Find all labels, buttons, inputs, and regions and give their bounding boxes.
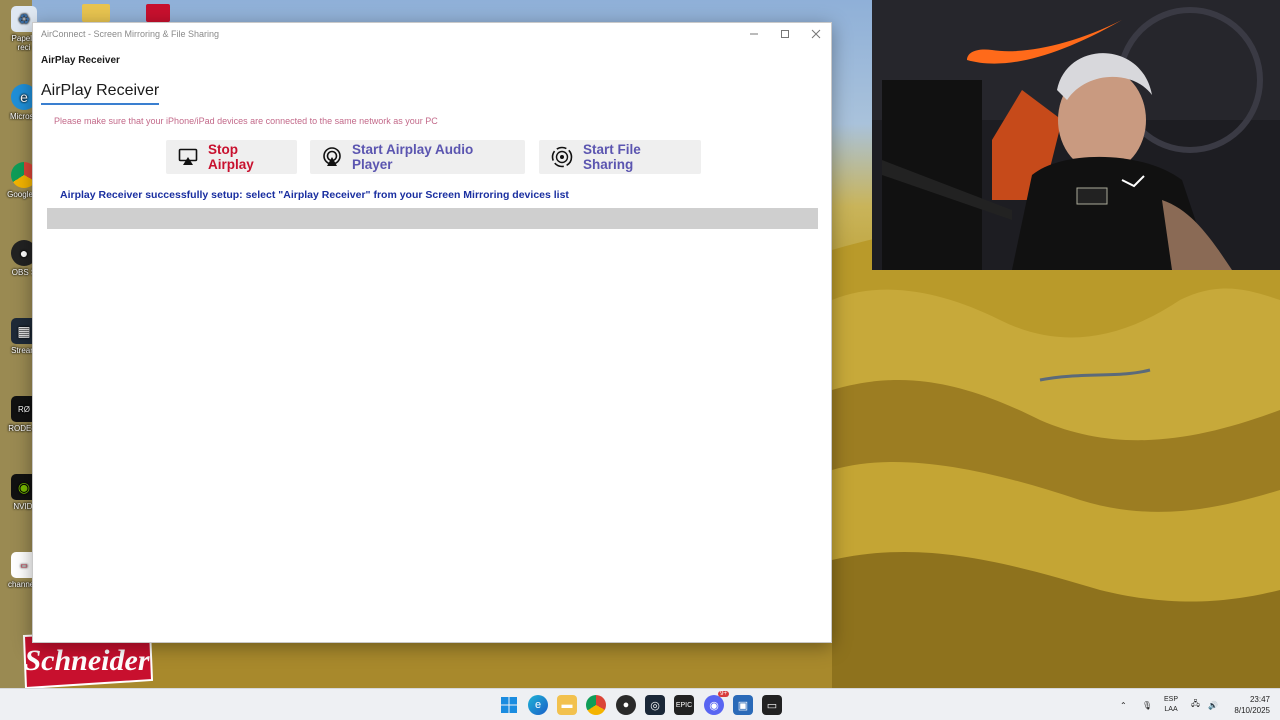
discord-icon[interactable]: 9+ ◉ [704,691,729,715]
file-explorer-icon[interactable]: ▬ [557,695,577,715]
system-clock[interactable]: 23:47 8/10/2025 [1228,694,1270,716]
edge-icon[interactable]: e [528,695,548,715]
clock-time: 23:47 [1249,695,1270,704]
start-button[interactable] [499,695,519,715]
progress-bar [47,208,818,229]
desktop-file-icon[interactable] [146,4,170,22]
language-layout: LAA [1164,706,1178,713]
epic-games-icon[interactable]: EPIC [674,695,694,715]
maximize-icon [780,30,789,38]
desktop-folder-icon[interactable] [82,4,110,22]
svg-text:Schneider: Schneider [24,644,149,677]
start-file-sharing-label: Start File Sharing [583,142,641,172]
network-notice: Please make sure that your iPhone/iPad d… [54,116,438,126]
microphone-button[interactable]: 🎙 [1142,689,1152,720]
close-button[interactable] [800,23,831,45]
chevron-up-icon: ⌃ [1120,700,1127,710]
stop-airplay-label: Stop Airplay [208,142,254,172]
airplay-audio-icon [323,147,341,166]
airconnect-window: AirConnect - Screen Mirroring & File Sha… [32,22,832,643]
close-icon [811,29,820,39]
webcam-overlay [872,0,1280,270]
language-indicator[interactable]: ESP LAA [1164,695,1178,715]
window-title: AirConnect - Screen Mirroring & File Sha… [41,29,220,39]
minimize-button[interactable] [738,23,769,45]
app-header: AirPlay Receiver [41,55,120,66]
start-file-sharing-button[interactable]: Start File Sharing [539,140,701,174]
taskbar: e ▬ ● ◎ EPIC 9+ ◉ ▣ ▭ ⌃ 🎙 ESP LAA 🖧 🔊 23:… [0,688,1280,720]
window-titlebar[interactable]: AirConnect - Screen Mirroring & File Sha… [33,23,831,45]
chrome-icon[interactable] [586,695,606,715]
status-message: Airplay Receiver successfully setup: sel… [60,189,569,201]
start-audio-player-button[interactable]: Start Airplay Audio Player [310,140,525,174]
file-sharing-icon [551,146,573,168]
airconnect-icon[interactable]: ▭ [762,695,782,715]
volume-button[interactable]: 🔊 [1208,689,1218,720]
minimize-icon [749,33,758,35]
network-icon: 🖧 [1191,699,1200,708]
steam-icon[interactable]: ◎ [645,695,665,715]
tray-chevron-button[interactable]: ⌃ [1120,689,1127,720]
language-code: ESP [1164,696,1179,703]
discord-badge: 9+ [718,691,729,697]
microphone-icon: 🎙 [1142,700,1153,710]
maximize-button[interactable] [769,23,800,45]
start-audio-player-label: Start Airplay Audio Player [352,142,474,172]
network-button[interactable]: 🖧 [1191,689,1200,720]
clock-date: 8/10/2025 [1234,706,1270,715]
obs-icon[interactable]: ● [616,695,636,715]
stop-airplay-button[interactable]: Stop Airplay [166,140,297,174]
airplay-screen-icon [178,148,198,165]
windows-start-icon [501,697,517,713]
store-icon[interactable]: ▣ [733,695,753,715]
speaker-icon: 🔊 [1208,700,1218,710]
page-title: AirPlay Receiver [41,82,160,105]
